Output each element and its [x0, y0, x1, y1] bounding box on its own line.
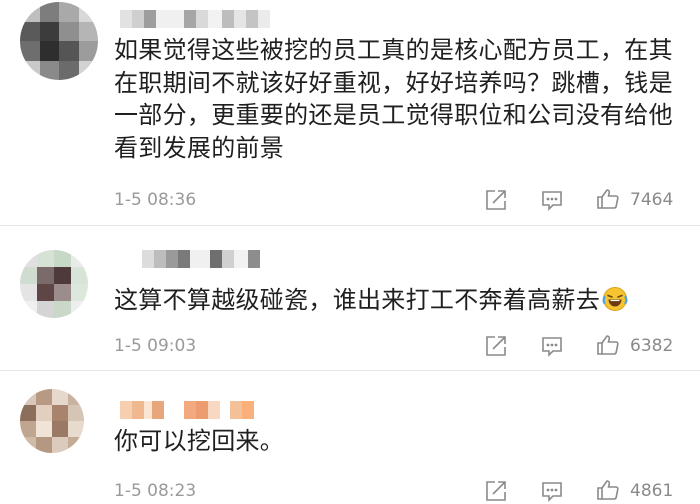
comment-text: 如果觉得这些被挖的员工真的是核心配方员工，在其在职期间不就该好好重视，好好培养吗…: [114, 36, 673, 162]
share-icon[interactable]: [484, 334, 508, 358]
like-count: 7464: [630, 190, 674, 210]
comment-text: 这算不算越级碰瓷，谁出来打工不奔着高薪去: [114, 284, 686, 317]
comment-text-content: 这算不算越级碰瓷，谁出来打工不奔着高薪去: [114, 286, 600, 314]
avatar[interactable]: [20, 250, 88, 318]
comment-item: 如果觉得这些被挖的员工真的是核心配方员工，在其在职期间不就该好好重视，好好培养吗…: [0, 0, 700, 224]
like-count: 4861: [630, 481, 674, 501]
like-icon[interactable]: [596, 478, 620, 502]
like-icon[interactable]: [596, 333, 620, 357]
like-count: 6382: [630, 336, 674, 356]
comment-timestamp: 1-5 09:03: [114, 336, 197, 356]
share-icon[interactable]: [484, 188, 508, 212]
avatar[interactable]: [20, 389, 84, 453]
like-icon[interactable]: [596, 187, 620, 211]
comment-icon[interactable]: [540, 334, 564, 358]
comment-timestamp: 1-5 08:36: [114, 190, 197, 210]
comment-text: 你可以挖回来。: [114, 427, 285, 455]
comment-icon[interactable]: [540, 479, 564, 503]
comment-timestamp: 1-5 08:23: [114, 481, 197, 501]
share-icon[interactable]: [484, 479, 508, 503]
avatar[interactable]: [20, 2, 98, 80]
comment-item: 这算不算越级碰瓷，谁出来打工不奔着高薪去 1-5 09:03 6382: [0, 226, 700, 369]
username-blurred[interactable]: [120, 401, 254, 419]
laughing-crying-emoji-icon: [602, 287, 628, 311]
comment-item: 你可以挖回来。 1-5 08:23 4861: [0, 371, 700, 504]
username-blurred[interactable]: [120, 10, 270, 28]
username-blurred[interactable]: [142, 250, 260, 268]
comment-icon[interactable]: [540, 188, 564, 212]
